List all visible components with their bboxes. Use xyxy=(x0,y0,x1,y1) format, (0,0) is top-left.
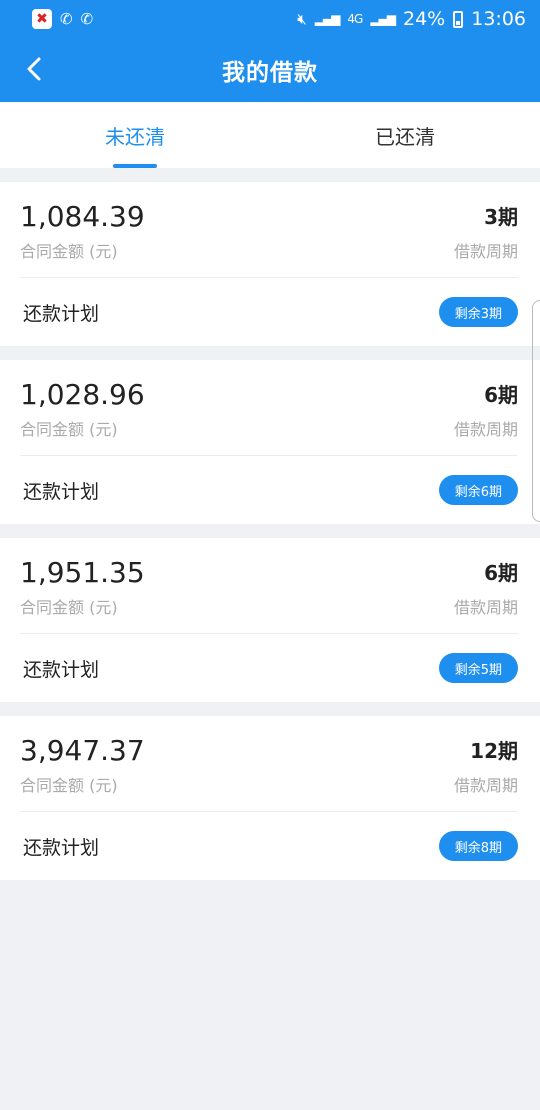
loan-amount-label: 合同金额 (元) xyxy=(20,598,118,617)
loan-period: 3期 xyxy=(484,205,518,229)
repayment-plan-label: 还款计划 xyxy=(23,302,100,325)
loan-amount: 1,028.96 xyxy=(20,378,145,411)
loan-amount-label: 合同金额 (元) xyxy=(20,776,118,795)
battery-percent: 24% xyxy=(403,8,446,30)
loan-card[interactable]: 1,951.35 合同金额 (元) 6期 借款周期 还款计划 剩余5期 xyxy=(0,538,540,702)
loan-period: 6期 xyxy=(484,561,518,585)
loan-amount-label: 合同金额 (元) xyxy=(20,242,118,261)
loan-period-label: 借款周期 xyxy=(453,420,518,439)
back-arrow-icon[interactable] xyxy=(22,56,48,82)
loan-card[interactable]: 1,084.39 合同金额 (元) 3期 借款周期 还款计划 剩余3期 xyxy=(0,182,540,346)
tab-paid[interactable]: 已还清 xyxy=(270,102,540,168)
loan-card-summary: 1,084.39 合同金额 (元) 3期 借款周期 xyxy=(20,182,518,278)
repayment-plan-row[interactable]: 还款计划 剩余6期 xyxy=(20,456,518,524)
tab-unpaid[interactable]: 未还清 xyxy=(0,102,270,168)
tab-bar: 未还清 已还清 xyxy=(0,102,540,168)
loan-card-summary: 1,028.96 合同金额 (元) 6期 借款周期 xyxy=(20,360,518,456)
amount-block: 3,947.37 合同金额 (元) xyxy=(20,734,145,811)
battery-icon xyxy=(453,10,464,28)
loan-card[interactable]: 1,028.96 合同金额 (元) 6期 借款周期 还款计划 剩余6期 xyxy=(0,360,540,524)
loan-period: 6期 xyxy=(484,383,518,407)
repayment-plan-label: 还款计划 xyxy=(23,658,100,681)
remaining-badge: 剩余5期 xyxy=(438,653,518,683)
status-left: ✖ ✆ ✆ xyxy=(32,9,93,29)
period-block: 6期 借款周期 xyxy=(454,556,518,633)
status-bar: ✖ ✆ ✆ 🔇︎ ▂▄▆ 4G ▂▄▆ 24% 13:06 xyxy=(0,0,540,38)
period-block: 12期 借款周期 xyxy=(454,734,518,811)
loan-amount: 1,084.39 xyxy=(20,200,145,233)
remaining-badge: 剩余8期 xyxy=(438,831,518,861)
call-icon: ✆ xyxy=(60,10,73,28)
signal-icon: ▂▄▆ xyxy=(370,12,396,26)
amount-block: 1,084.39 合同金额 (元) xyxy=(20,200,145,277)
repayment-plan-label: 还款计划 xyxy=(23,836,100,859)
loan-period-label: 借款周期 xyxy=(453,598,518,617)
loan-card-summary: 3,947.37 合同金额 (元) 12期 借款周期 xyxy=(20,716,518,812)
page-title: 我的借款 xyxy=(222,60,318,86)
repayment-plan-row[interactable]: 还款计划 剩余8期 xyxy=(20,812,518,880)
amount-block: 1,951.35 合同金额 (元) xyxy=(20,556,145,633)
repayment-plan-row[interactable]: 还款计划 剩余3期 xyxy=(20,278,518,346)
call-icon: ✆ xyxy=(80,10,94,28)
repayment-plan-row[interactable]: 还款计划 剩余5期 xyxy=(20,634,518,702)
loan-period: 12期 xyxy=(470,739,518,763)
period-block: 3期 借款周期 xyxy=(454,200,518,277)
repayment-plan-label: 还款计划 xyxy=(23,480,100,503)
period-block: 6期 借款周期 xyxy=(454,378,518,455)
clock: 13:06 xyxy=(471,8,526,30)
loan-period-label: 借款周期 xyxy=(453,776,518,795)
loan-list: 1,084.39 合同金额 (元) 3期 借款周期 还款计划 剩余3期 1,02… xyxy=(0,168,540,880)
network-type: 4G xyxy=(347,12,363,26)
remaining-badge: 剩余3期 xyxy=(438,297,518,327)
app-notification-icon: ✖ xyxy=(32,9,52,29)
mute-icon: 🔇︎ xyxy=(297,10,307,28)
signal-icon: ▂▄▆ xyxy=(314,12,341,26)
edge-panel-handle[interactable] xyxy=(532,300,540,522)
remaining-badge: 剩余6期 xyxy=(438,475,518,505)
app-header: 我的借款 xyxy=(0,38,540,102)
loan-period-label: 借款周期 xyxy=(453,242,518,261)
loan-amount-label: 合同金额 (元) xyxy=(20,420,118,439)
loan-card[interactable]: 3,947.37 合同金额 (元) 12期 借款周期 还款计划 剩余8期 xyxy=(0,716,540,880)
amount-block: 1,028.96 合同金额 (元) xyxy=(20,378,145,455)
status-right: 🔇︎ ▂▄▆ 4G ▂▄▆ 24% 13:06 xyxy=(297,8,526,30)
loan-card-summary: 1,951.35 合同金额 (元) 6期 借款周期 xyxy=(20,538,518,634)
loan-amount: 3,947.37 xyxy=(20,734,145,767)
loan-amount: 1,951.35 xyxy=(20,556,145,589)
